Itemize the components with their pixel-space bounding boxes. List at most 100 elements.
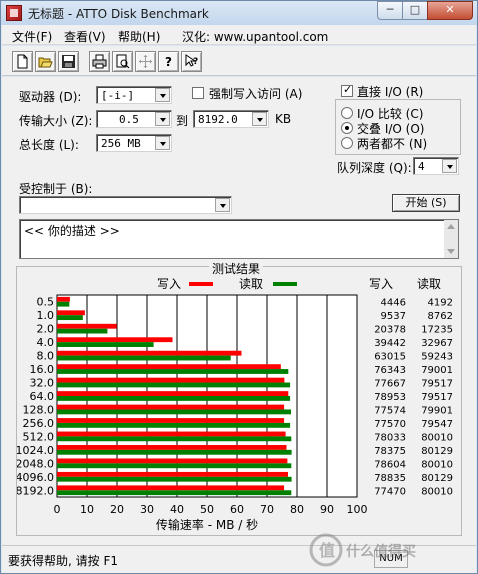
help-icon[interactable]: ? xyxy=(158,51,179,72)
minimize-button[interactable]: ─ xyxy=(377,1,403,20)
y-tick-label: 0.5 xyxy=(37,296,55,309)
svg-text:?: ? xyxy=(165,55,172,69)
write-value: 77570 xyxy=(374,419,406,430)
start-button[interactable]: 开始 (S) xyxy=(392,194,460,212)
write-value: 78375 xyxy=(374,446,406,457)
write-value: 78033 xyxy=(374,432,406,443)
queue-depth-value: 4 xyxy=(418,160,425,173)
write-bar xyxy=(57,431,286,437)
drive-select[interactable]: [-i-] xyxy=(96,86,172,104)
total-length-label: 总长度 (L): xyxy=(19,138,79,152)
write-bar xyxy=(57,485,285,491)
force-write-checkbox[interactable] xyxy=(192,87,204,99)
y-tick-label: 4096.0 xyxy=(17,471,54,484)
move-icon[interactable] xyxy=(135,51,156,72)
read-value: 59243 xyxy=(421,352,453,363)
watermark-text: 什么值得买 xyxy=(346,544,416,560)
read-bar xyxy=(57,369,289,374)
chevron-down-icon[interactable] xyxy=(252,112,267,126)
description-field[interactable]: << 你的描述 >> xyxy=(19,219,459,259)
print-icon[interactable] xyxy=(89,51,110,72)
chevron-down-icon[interactable] xyxy=(442,159,457,173)
x-tick-label: 70 xyxy=(260,503,274,516)
watermark-logo-icon: 值 xyxy=(309,533,343,567)
svg-text:值: 值 xyxy=(319,541,335,560)
neither-radio[interactable] xyxy=(341,137,353,149)
chevron-down-icon[interactable] xyxy=(155,136,170,150)
transfer-to-select[interactable]: 8192.0 xyxy=(193,110,269,128)
scroll-up-icon[interactable] xyxy=(447,224,455,229)
transfer-to-value: 8192.0 xyxy=(198,113,238,126)
menu-view[interactable]: 查看(V) xyxy=(64,28,106,45)
read-bar xyxy=(57,355,231,361)
read-value: 17235 xyxy=(421,325,453,336)
direct-io-checkbox[interactable] xyxy=(341,83,353,97)
write-bar xyxy=(57,418,285,423)
x-tick-label: 30 xyxy=(140,503,154,516)
transfer-unit: KB xyxy=(275,112,292,126)
toolbar: ? ? xyxy=(2,46,476,76)
y-tick-label: 1024.0 xyxy=(17,444,54,457)
io-compare-radio[interactable] xyxy=(341,107,353,119)
context-help-icon[interactable]: ? xyxy=(181,51,202,72)
y-tick-label: 256.0 xyxy=(23,417,55,430)
write-bar xyxy=(57,458,288,464)
queue-depth-select[interactable]: 4 xyxy=(413,157,459,175)
read-value: 79001 xyxy=(421,365,453,376)
scroll-down-icon[interactable] xyxy=(447,249,455,254)
neither-label: 两者都不 (N) xyxy=(357,137,428,151)
y-tick-label: 16.0 xyxy=(30,363,55,376)
transfer-from-select[interactable]: 0.5 xyxy=(96,110,172,128)
menu-translation-credit[interactable]: 汉化: www.upantool.com xyxy=(182,28,328,45)
new-file-icon[interactable] xyxy=(12,51,33,72)
controlled-by-select[interactable] xyxy=(19,196,232,214)
close-button[interactable]: ✕ xyxy=(427,1,473,20)
overlapped-io-radio[interactable] xyxy=(341,122,353,134)
total-length-select[interactable]: 256 MB xyxy=(96,134,172,152)
app-icon xyxy=(6,5,22,21)
menu-file[interactable]: 文件(F) xyxy=(12,28,52,45)
y-tick-label: 2.0 xyxy=(37,323,55,336)
app-window: 无标题 - ATTO Disk Benchmark ─ □ ✕ 文件(F) 查看… xyxy=(0,0,478,574)
y-tick-label: 2048.0 xyxy=(17,457,54,470)
chevron-down-icon[interactable] xyxy=(215,198,230,212)
description-scrollbar[interactable] xyxy=(444,220,458,258)
maximize-button[interactable]: □ xyxy=(402,1,428,20)
save-icon[interactable] xyxy=(58,51,79,72)
force-write-label: 强制写入访问 (A) xyxy=(209,87,303,101)
menu-bar: 文件(F) 查看(V) 帮助(H) 汉化: www.upantool.com xyxy=(2,25,476,45)
x-tick-label: 10 xyxy=(80,503,94,516)
write-bar xyxy=(57,323,117,329)
y-tick-label: 4.0 xyxy=(37,336,55,349)
print-preview-icon[interactable] xyxy=(112,51,133,72)
read-value: 79547 xyxy=(421,419,453,430)
write-bar xyxy=(57,337,173,343)
chevron-down-icon[interactable] xyxy=(155,88,170,102)
write-value: 78604 xyxy=(374,459,406,470)
title-bar[interactable]: 无标题 - ATTO Disk Benchmark ─ □ ✕ xyxy=(1,1,477,25)
y-tick-label: 512.0 xyxy=(23,430,55,443)
chevron-down-icon[interactable] xyxy=(155,112,170,126)
read-value: 80129 xyxy=(421,473,453,484)
x-tick-label: 90 xyxy=(320,503,334,516)
x-axis-label: 传输速率 - MB / 秒 xyxy=(156,517,258,532)
open-folder-icon[interactable] xyxy=(35,51,56,72)
read-bar xyxy=(57,463,292,469)
svg-text:?: ? xyxy=(193,57,198,67)
y-tick-label: 32.0 xyxy=(30,377,55,390)
write-bar xyxy=(57,296,70,302)
x-tick-label: 20 xyxy=(110,503,124,516)
read-bar xyxy=(57,342,154,347)
description-text: << 你的描述 >> xyxy=(24,224,120,238)
watermark: 值 什么值得买 xyxy=(306,530,476,570)
read-bar xyxy=(57,328,108,334)
controlled-by-label: 受控制于 (B): xyxy=(19,182,93,196)
x-tick-label: 40 xyxy=(170,503,184,516)
read-value: 80010 xyxy=(421,432,453,443)
total-length-value: 256 MB xyxy=(101,137,141,150)
results-group: 测试结果 写入 读取 写入 读取 0 10 20 30 40 50 60 70 80 90 100 传… xyxy=(16,260,462,536)
menu-help[interactable]: 帮助(H) xyxy=(118,28,160,45)
status-help-text: 要获得帮助, 请按 F1 xyxy=(8,554,118,568)
read-value: 80010 xyxy=(421,459,453,470)
write-bar xyxy=(57,310,85,316)
